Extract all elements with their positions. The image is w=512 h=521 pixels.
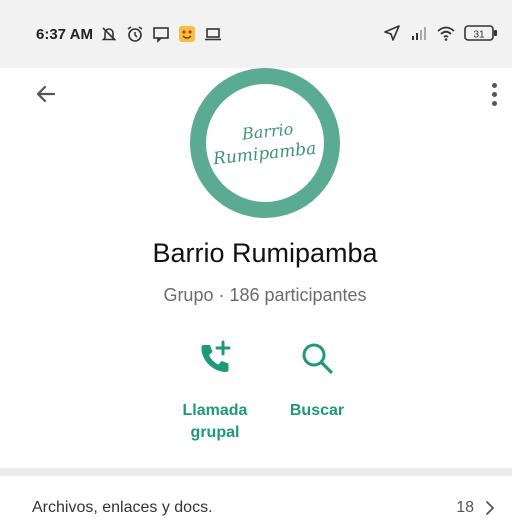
overflow-menu-button[interactable] [484, 80, 504, 108]
battery-icon: 31 [464, 25, 497, 41]
status-bar: 6:37 AM 31 [0, 0, 512, 68]
status-notification-icons [100, 25, 222, 43]
status-time: 6:37 AM [36, 26, 93, 43]
group-avatar-logo: Barrio Rumipamba [206, 84, 324, 202]
search-label: Buscar [289, 402, 345, 419]
location-arrow-icon [384, 25, 400, 41]
alarm-clock-icon [127, 26, 143, 42]
status-system-icons: 31 [383, 24, 498, 42]
group-participants: Grupo · 186 participantes [163, 285, 367, 305]
search-button[interactable]: Buscar [262, 338, 372, 422]
add-call-icon [201, 340, 231, 372]
back-button[interactable] [32, 80, 60, 108]
media-links-docs-row[interactable]: Archivos, enlaces y docs. 18 [0, 476, 512, 521]
group-call-label: Llamada grupal [182, 402, 248, 441]
media-count: 18 [456, 499, 474, 516]
signal-icon [412, 27, 426, 40]
message-icon [153, 27, 169, 43]
vertical-dots-icon [491, 82, 497, 88]
media-links-docs-label: Archivos, enlaces y docs. [32, 499, 213, 516]
chevron-right-icon [486, 501, 494, 515]
emoji-icon [179, 26, 195, 42]
search-icon [302, 343, 333, 374]
battery-level: 31 [473, 30, 485, 41]
section-divider [0, 468, 512, 476]
group-avatar[interactable]: Barrio Rumipamba [190, 68, 340, 218]
avatar-text-line2: Rumipamba [212, 138, 318, 170]
arrow-left-icon [36, 85, 56, 103]
wifi-icon [437, 26, 455, 41]
muted-bell-icon [101, 27, 117, 41]
laptop-icon [205, 28, 221, 41]
group-call-button[interactable]: Llamada grupal [160, 338, 270, 444]
group-name: Barrio Rumipamba [152, 238, 378, 268]
